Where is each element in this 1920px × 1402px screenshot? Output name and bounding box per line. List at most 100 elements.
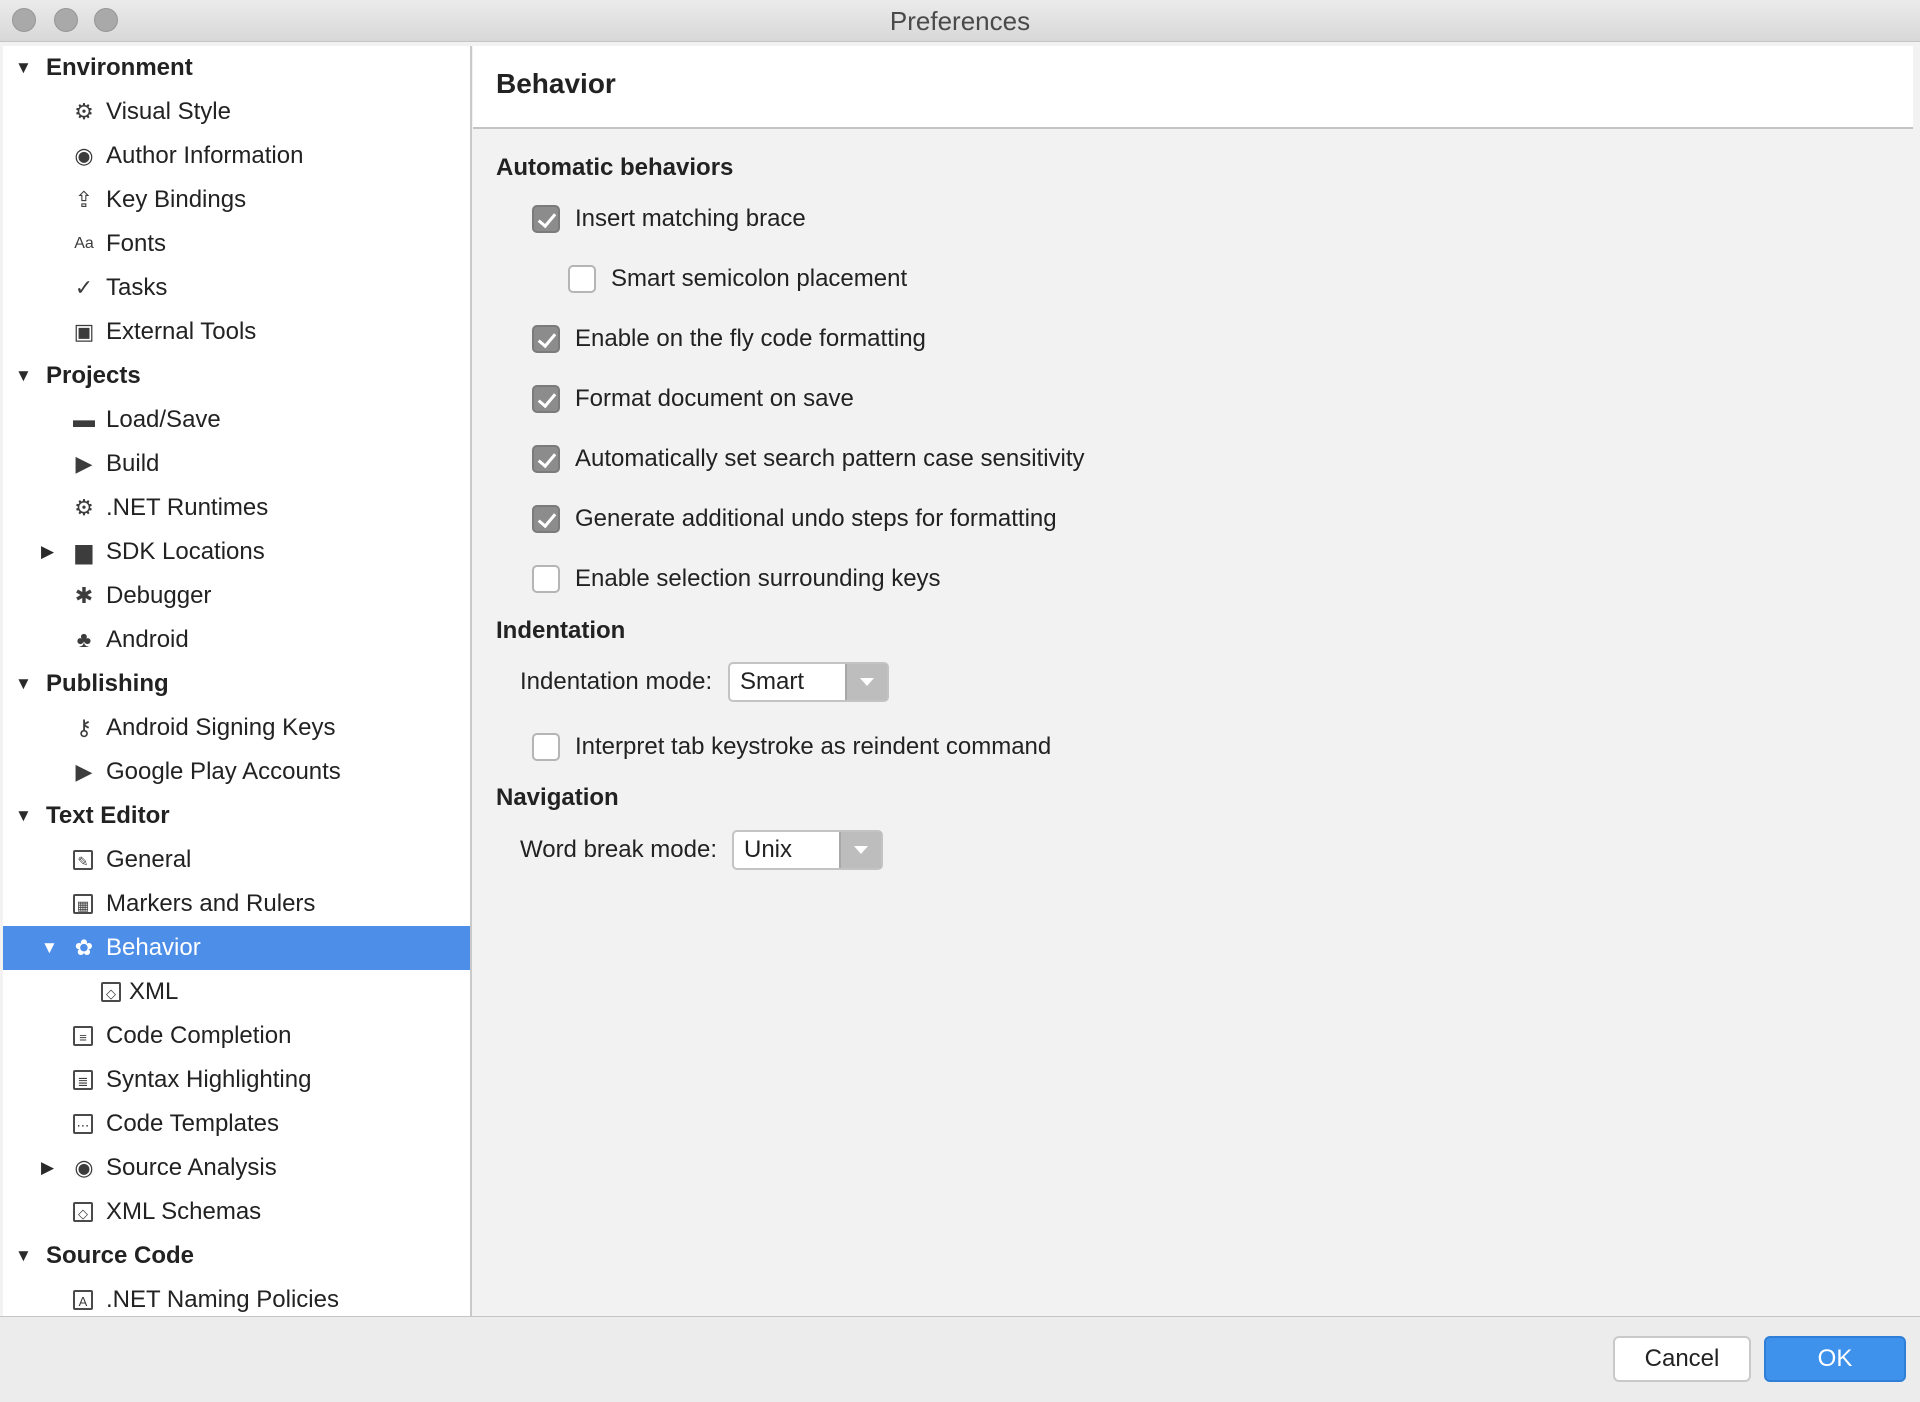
- disclosure-expanded-icon[interactable]: ▼: [15, 354, 32, 398]
- keyboard-icon: ⇪: [74, 187, 94, 212]
- sidebar-item-label: Behavior: [106, 934, 201, 961]
- sidebar-item-label: Android: [106, 626, 189, 653]
- indentation-mode-value: Smart: [740, 668, 805, 695]
- format-on-save-checkbox[interactable]: [532, 385, 560, 413]
- word-break-mode-select[interactable]: Unix: [732, 830, 883, 870]
- tab-reindent-label: Interpret tab keystroke as reindent comm…: [575, 733, 1052, 760]
- word-break-mode-value: Unix: [744, 836, 793, 863]
- disclosure-expanded-icon[interactable]: ▼: [15, 46, 32, 90]
- fly-formatting-checkbox[interactable]: [532, 325, 560, 353]
- search-case-checkbox[interactable]: [532, 445, 560, 473]
- fly-formatting-label: Enable on the fly code formatting: [575, 325, 926, 352]
- sidebar-item-sdk-locations[interactable]: ▶ ▆ SDK Locations: [3, 530, 470, 574]
- sidebar-item-label: Tasks: [106, 274, 168, 301]
- sidebar-item-syntax-highlighting[interactable]: ≣ Syntax Highlighting: [3, 1058, 470, 1102]
- sidebar-item-general[interactable]: ✎ General: [3, 838, 470, 882]
- disclosure-collapsed-icon[interactable]: ▶: [41, 1146, 54, 1190]
- sidebar-item-label: SDK Locations: [106, 538, 265, 565]
- section-automatic-behaviors: Automatic behaviors: [496, 154, 734, 181]
- title-bar: Preferences: [0, 0, 1920, 42]
- sidebar-item-visual-style[interactable]: ⚙ Visual Style: [3, 90, 470, 134]
- sidebar-item-external-tools[interactable]: ▣ External Tools: [3, 310, 470, 354]
- sidebar-item-label: .NET Naming Policies: [106, 1286, 339, 1313]
- sidebar-item-text-editor[interactable]: ▼ Text Editor: [3, 794, 470, 838]
- tab-reindent-option[interactable]: Interpret tab keystroke as reindent comm…: [532, 733, 1232, 763]
- ok-button[interactable]: OK: [1764, 1336, 1906, 1382]
- undo-steps-label: Generate additional undo steps for forma…: [575, 505, 1057, 532]
- preferences-window: Preferences ▼ Environment ⚙ Visual Style ◉ Au…: [0, 0, 1920, 1402]
- sidebar-item-source-analysis[interactable]: ▶ ◉ Source Analysis: [3, 1146, 470, 1190]
- sidebar-item-environment[interactable]: ▼ Environment: [3, 46, 470, 90]
- search-case-option[interactable]: Automatically set search pattern case se…: [532, 445, 1232, 475]
- disclosure-collapsed-icon[interactable]: ▶: [41, 530, 54, 574]
- format-on-save-option[interactable]: Format document on save: [532, 385, 1132, 415]
- pencil-box-icon: ✎: [73, 850, 93, 870]
- sidebar-item-label: XML: [129, 978, 179, 1005]
- preferences-sidebar: ▼ Environment ⚙ Visual Style ◉ Author Informa…: [3, 46, 472, 1316]
- sidebar-item-code-templates[interactable]: ⋯ Code Templates: [3, 1102, 470, 1146]
- sidebar-item-google-play-accounts[interactable]: ▶ Google Play Accounts: [3, 750, 470, 794]
- cancel-button[interactable]: Cancel: [1613, 1336, 1751, 1382]
- sidebar-item-fonts[interactable]: Aa Fonts: [3, 222, 470, 266]
- undo-steps-checkbox[interactable]: [532, 505, 560, 533]
- disclosure-expanded-icon[interactable]: ▼: [15, 794, 32, 838]
- naming-box-icon: A: [73, 1290, 93, 1310]
- selection-keys-option[interactable]: Enable selection surrounding keys: [532, 565, 1132, 595]
- sidebar-item-xml[interactable]: ◇ XML: [3, 970, 470, 1014]
- radio-circle-icon: ◉: [74, 1155, 94, 1180]
- disclosure-expanded-icon[interactable]: ▼: [41, 926, 58, 970]
- brain-icon: ✿: [74, 935, 94, 960]
- sidebar-item-code-completion[interactable]: ≡ Code Completion: [3, 1014, 470, 1058]
- sidebar-item-load-save[interactable]: ▬ Load/Save: [3, 398, 470, 442]
- sidebar-item-label: Debugger: [106, 582, 212, 609]
- sidebar-item-xml-schemas[interactable]: ◇ XML Schemas: [3, 1190, 470, 1234]
- sidebar-item-label: Google Play Accounts: [106, 758, 341, 785]
- chevron-down-icon[interactable]: [839, 832, 881, 868]
- sidebar-item-label: XML Schemas: [106, 1198, 262, 1225]
- sidebar-item-key-bindings[interactable]: ⇪ Key Bindings: [3, 178, 470, 222]
- sidebar-item-projects[interactable]: ▼ Projects: [3, 354, 470, 398]
- disclosure-expanded-icon[interactable]: ▼: [15, 1234, 32, 1278]
- insert-matching-brace-checkbox[interactable]: [532, 205, 560, 233]
- sidebar-item-label: Author Information: [106, 142, 304, 169]
- sidebar-item-tasks[interactable]: ✓ Tasks: [3, 266, 470, 310]
- sidebar-item-label: External Tools: [106, 318, 257, 345]
- sidebar-item-author-information[interactable]: ◉ Author Information: [3, 134, 470, 178]
- font-icon: Aa: [74, 235, 94, 252]
- indentation-mode-select[interactable]: Smart: [728, 662, 889, 702]
- sidebar-item-label: Source Analysis: [106, 1154, 277, 1181]
- chevron-down-icon[interactable]: [845, 664, 887, 700]
- lines-box-icon: ≣: [73, 1070, 93, 1090]
- sidebar-item-publishing[interactable]: ▼ Publishing: [3, 662, 470, 706]
- user-circle-icon: ◉: [74, 143, 94, 168]
- checkmark-icon: ✓: [74, 275, 94, 300]
- sidebar-item-debugger[interactable]: ✱ Debugger: [3, 574, 470, 618]
- insert-matching-brace-option[interactable]: Insert matching brace: [532, 205, 1032, 235]
- sidebar-item-markers-and-rulers[interactable]: ▦ Markers and Rulers: [3, 882, 470, 926]
- sidebar-item-label: Code Templates: [106, 1110, 279, 1137]
- smart-semicolon-option[interactable]: Smart semicolon placement: [568, 265, 1068, 295]
- panel-header: Behavior: [473, 46, 1913, 129]
- sidebar-item-android[interactable]: ♣ Android: [3, 618, 470, 662]
- undo-steps-option[interactable]: Generate additional undo steps for forma…: [532, 505, 1232, 535]
- smart-semicolon-checkbox[interactable]: [568, 265, 596, 293]
- sidebar-item-label: Code Completion: [106, 1022, 292, 1049]
- gear-icon: ⚙: [74, 495, 94, 520]
- sidebar-item-android-signing-keys[interactable]: ⚷ Android Signing Keys: [3, 706, 470, 750]
- tab-reindent-checkbox[interactable]: [532, 733, 560, 761]
- search-case-label: Automatically set search pattern case se…: [575, 445, 1085, 472]
- sidebar-item-net-runtimes[interactable]: ⚙ .NET Runtimes: [3, 486, 470, 530]
- sidebar-item-build[interactable]: ▶ Build: [3, 442, 470, 486]
- list-box-icon: ≡: [73, 1026, 93, 1046]
- fly-formatting-option[interactable]: Enable on the fly code formatting: [532, 325, 1132, 355]
- sidebar-item-label: Environment: [46, 54, 193, 81]
- selection-keys-checkbox[interactable]: [532, 565, 560, 593]
- grid-box-icon: ▦: [73, 894, 93, 914]
- sidebar-item-label: Publishing: [46, 670, 169, 697]
- disclosure-expanded-icon[interactable]: ▼: [15, 662, 32, 706]
- sidebar-item-behavior[interactable]: ▼ ✿ Behavior: [3, 926, 470, 970]
- sidebar-item-source-code[interactable]: ▼ Source Code: [3, 1234, 470, 1278]
- dialog-footer: Cancel OK: [0, 1316, 1920, 1402]
- behavior-panel: Behavior Automatic behaviors Insert matc…: [473, 46, 1913, 1316]
- sidebar-item-net-naming-policies[interactable]: A .NET Naming Policies: [3, 1278, 470, 1316]
